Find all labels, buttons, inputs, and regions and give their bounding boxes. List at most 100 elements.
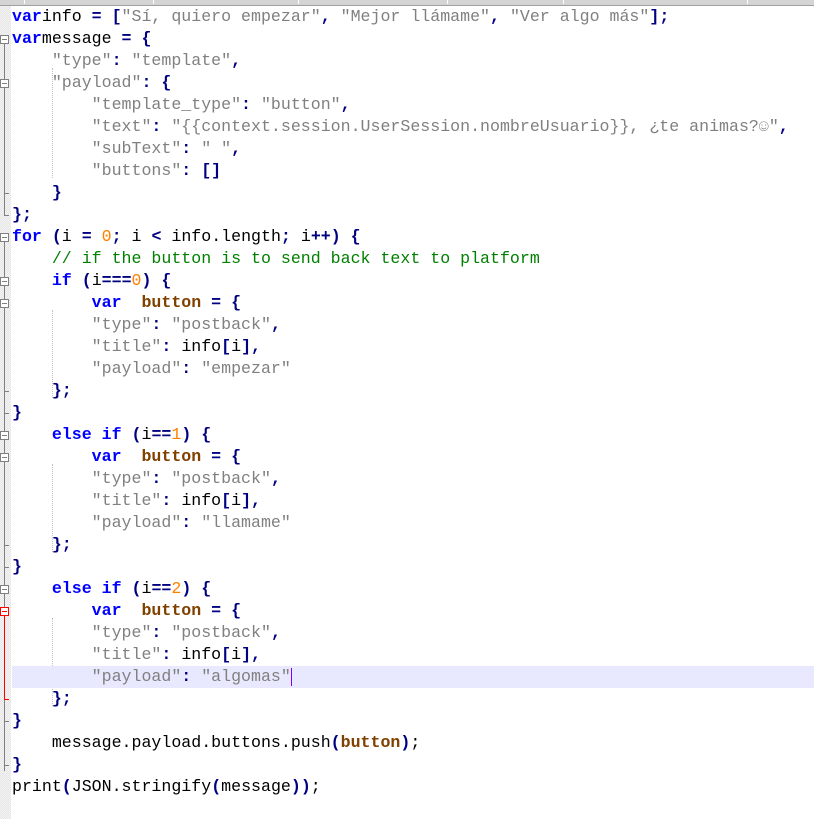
code-line[interactable]: }; [12,380,814,402]
code-line[interactable]: "subText": " ", [12,138,814,160]
string-token: "title" [91,337,162,356]
code-line[interactable]: }; [12,688,814,710]
string-token: "payload" [91,359,182,378]
code-line[interactable]: } [12,754,814,776]
tab-divider [563,0,564,4]
string-token: "type" [51,51,112,70]
keyword-token: var [91,601,122,620]
fold-end-tick [4,567,9,568]
string-token: "payload" [91,513,182,532]
code-line[interactable]: } [12,182,814,204]
code-line[interactable]: var button = { [12,292,814,314]
operator-token: ++) { [310,227,361,246]
code-line[interactable]: // if the button is to send back text to… [12,248,814,270]
operator-token: }; [12,205,32,224]
code-line[interactable]: }; [12,534,814,556]
code-line[interactable]: for (i = 0; i < info.length; i++) { [12,226,814,248]
fold-collapse-icon[interactable] [0,299,9,308]
operator-token: ) { [181,579,212,598]
code-token: print [12,777,62,796]
code-line[interactable]: varinfo = ["Sí, quiero empezar", "Mejor … [12,6,814,28]
code-line[interactable]: "payload": "empezar" [12,358,814,380]
fold-collapse-icon[interactable] [0,277,9,286]
operator-token: }; [51,689,72,708]
fold-line [4,44,5,215]
code-token: message.payload.buttons.push [12,733,331,752]
keyword-token: var [91,447,122,466]
fold-collapse-icon[interactable] [0,233,9,242]
code-line[interactable]: } [12,402,814,424]
keyword-token: else if [51,425,122,444]
fold-collapse-icon[interactable] [0,453,9,462]
string-token: "text" [91,117,152,136]
operator-token: : [151,623,172,642]
operator-token: } [12,557,22,576]
string-token: "Ver algo más" [509,7,650,26]
code-line[interactable]: } [12,710,814,732]
code-token: i [231,645,242,664]
operator-token: : [111,51,132,70]
code-line[interactable]: "title": info[i], [12,644,814,666]
active-fold-collapse-icon[interactable] [0,607,9,616]
fold-collapse-icon[interactable] [0,585,9,594]
fold-collapse-icon[interactable] [0,431,9,440]
fold-margin[interactable] [0,6,11,819]
code-line[interactable]: var button = { [12,446,814,468]
code-line[interactable]: varmessage = { [12,28,814,50]
operator-token: ( [61,777,72,796]
code-line[interactable]: if (i===0) { [12,270,814,292]
keyword-token: var [12,29,42,48]
code-line[interactable]: "title": info[i], [12,336,814,358]
code-line[interactable]: "type": "template", [12,50,814,72]
fold-collapse-icon[interactable] [0,35,9,44]
code-line[interactable]: "type": "postback", [12,468,814,490]
string-token: "postback" [171,623,271,642]
fold-collapse-icon[interactable] [0,79,9,88]
operator-token: : [181,139,202,158]
operator-token: : [151,117,172,136]
identifier-token: button [340,733,401,752]
code-line[interactable]: print(JSON.stringify(message)); [12,776,814,798]
operator-token: = { [121,29,152,48]
code-line[interactable]: "text": "{{context.session.UserSession.n… [12,116,814,138]
code-line[interactable]: else if (i==1) { [12,424,814,446]
operator-token: : [151,469,172,488]
code-line[interactable]: "type": "postback", [12,622,814,644]
operator-token: )) [290,777,311,796]
code-line[interactable]: } [12,556,814,578]
code-line[interactable]: else if (i==2) { [12,578,814,600]
keyword-token: if [51,271,72,290]
operator-token: ], [241,645,262,664]
code-line[interactable]: "payload": { [12,72,814,94]
code-line[interactable]: "buttons": [] [12,160,814,182]
active-fold-end-tick [4,699,9,700]
code-line[interactable]: "payload": "llamame" [12,512,814,534]
code-line[interactable]: var button = { [12,600,814,622]
operator-token: : { [141,73,172,92]
keyword-token: for [12,227,42,246]
operator-token: : [181,667,202,686]
operator-token: == [151,579,172,598]
code-token: i [231,337,242,356]
operator-token: = { [201,601,242,620]
code-line[interactable]: }; [12,204,814,226]
fold-end-tick [4,193,9,194]
string-token: "payload" [91,667,182,686]
code-line[interactable]: message.payload.buttons.push(button); [12,732,814,754]
operator-token: : [181,359,202,378]
code-line[interactable]: "template_type": "button", [12,94,814,116]
number-token: 0 [101,227,112,246]
operator-token: , [231,51,242,70]
code-editor[interactable]: varinfo = ["Sí, quiero empezar", "Mejor … [12,6,814,819]
code-line-current[interactable]: "payload": "algomas" [12,666,814,688]
string-token: "template" [131,51,232,70]
code-line[interactable]: "type": "postback", [12,314,814,336]
operator-token: } [51,183,62,202]
code-line[interactable]: "title": info[i], [12,490,814,512]
operator-token: ) { [141,271,172,290]
operator-token: = { [201,293,242,312]
